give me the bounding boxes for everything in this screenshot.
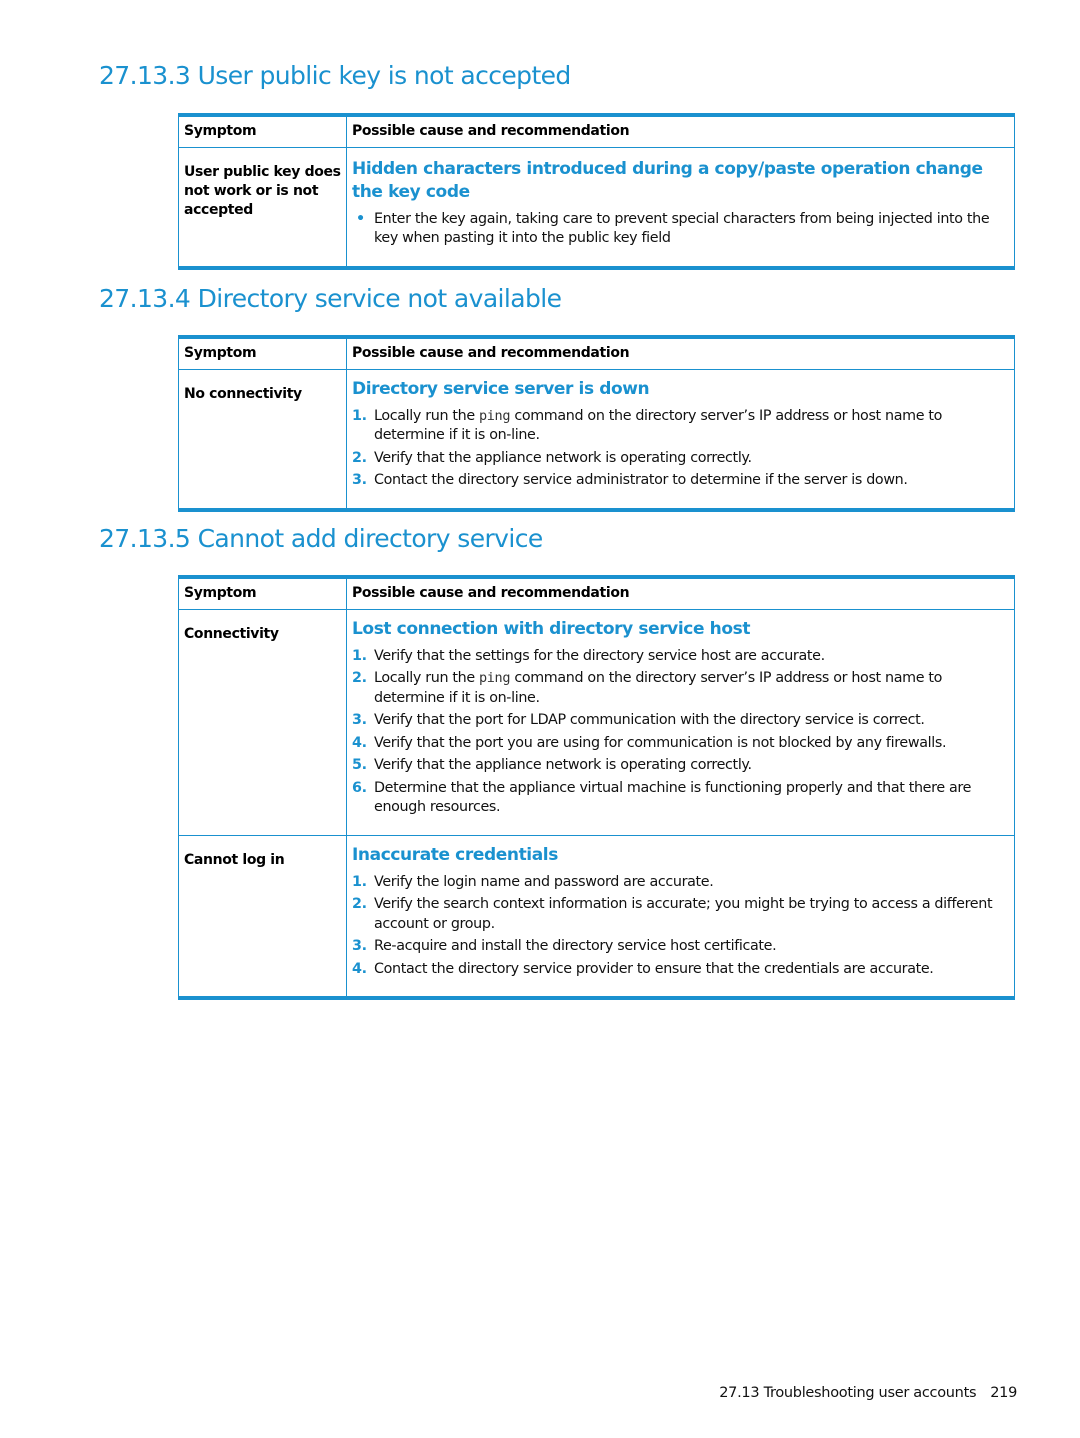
step-text: Contact the directory service administra… xyxy=(374,472,908,488)
troubleshooting-table-directory-down: Symptom Possible cause and recommendatio… xyxy=(178,335,1015,512)
column-header-cause: Possible cause and recommendation xyxy=(346,335,1015,370)
list-item: 2. Locally run the ping command on the di… xyxy=(352,669,1009,708)
list-item: 3. Re-acquire and install the directory s… xyxy=(352,937,1009,957)
step-number: 1. xyxy=(352,407,367,424)
troubleshooting-table-public-key: Symptom Possible cause and recommendatio… xyxy=(178,113,1015,270)
list-item: 3. Verify that the port for LDAP communic… xyxy=(352,711,1009,731)
cause-cell: Hidden characters introduced during a co… xyxy=(346,147,1015,270)
cause-cell: Inaccurate credentials 1. Verify the logi… xyxy=(346,835,1015,1000)
symptom-cell: Cannot log in xyxy=(178,835,347,1000)
list-item: 1. Verify that the settings for the direc… xyxy=(352,647,1009,667)
table-header-row: Symptom Possible cause and recommendatio… xyxy=(178,575,1015,610)
footer-section-title: 27.13 Troubleshooting user accounts xyxy=(719,1385,977,1401)
table-header-row: Symptom Possible cause and recommendatio… xyxy=(178,335,1015,370)
step-number: 4. xyxy=(352,960,367,977)
list-item: 6. Determine that the appliance virtual m… xyxy=(352,779,1009,818)
cause-title: Inaccurate credentials xyxy=(352,844,558,865)
table-row: Cannot log in Inaccurate credentials 1. V… xyxy=(178,835,1015,1000)
list-item: • Enter the key again, taking care to pre… xyxy=(352,210,1009,249)
list-item: 2. Verify the search context information … xyxy=(352,895,1009,934)
step-number: 5. xyxy=(352,757,367,773)
column-header-cause: Possible cause and recommendation xyxy=(346,575,1015,610)
symptom-cell: No connectivity xyxy=(178,369,347,512)
step-number: 6. xyxy=(352,779,367,796)
step-number: 1. xyxy=(352,873,367,890)
cause-cell: Directory service server is down 1. Local… xyxy=(346,369,1015,512)
troubleshooting-table-add-directory: Symptom Possible cause and recommendatio… xyxy=(178,575,1015,1000)
step-text: Verify the login name and password are a… xyxy=(374,873,714,890)
column-header-symptom: Symptom xyxy=(178,575,347,610)
step-text: Verify that the settings for the directo… xyxy=(374,647,825,664)
step-text: Enter the key again, taking care to prev… xyxy=(374,210,990,247)
command-code: ping xyxy=(479,670,511,686)
column-header-symptom: Symptom xyxy=(178,335,347,370)
list-item: 5. Verify that the appliance network is o… xyxy=(352,756,1009,776)
bullet-icon: • xyxy=(356,210,365,227)
list-item: 1. Verify the login name and password are… xyxy=(352,873,1009,893)
symptom-cell: User public key does not work or is not … xyxy=(178,147,347,270)
step-number: 3. xyxy=(352,712,367,728)
section-heading-cannot-add-directory: 27.13.5 Cannot add directory service xyxy=(99,524,543,553)
symptom-cell: Connectivity xyxy=(178,609,347,836)
cause-title: Hidden characters introduced during a co… xyxy=(352,158,983,202)
step-text: Verify the search context information is… xyxy=(374,896,993,932)
recommendation-list: • Enter the key again, taking care to pre… xyxy=(352,210,1009,249)
step-text: Locally run the xyxy=(374,670,479,686)
table-row: User public key does not work or is not … xyxy=(178,147,1015,270)
table-row: Connectivity Lost connection with direct… xyxy=(178,609,1015,836)
list-item: 3. Contact the directory service administ… xyxy=(352,471,1009,491)
step-text: Verify that the appliance network is ope… xyxy=(374,449,752,466)
page-number: 219 xyxy=(990,1385,1017,1401)
section-heading-directory-not-available: 27.13.4 Directory service not available xyxy=(99,284,562,313)
cause-cell: Lost connection with directory service h… xyxy=(346,609,1015,836)
step-text: Contact the directory service provider t… xyxy=(374,960,934,977)
recommendation-list: 1. Verify the login name and password are… xyxy=(352,873,1009,980)
section-heading-user-public-key: 27.13.3 User public key is not accepted xyxy=(99,61,571,90)
step-text: Verify that the port for LDAP communicat… xyxy=(374,712,925,728)
step-text: Locally run the xyxy=(374,407,479,424)
step-text: Verify that the port you are using for c… xyxy=(374,734,947,751)
list-item: 1. Locally run the ping command on the di… xyxy=(352,407,1009,446)
step-number: 2. xyxy=(352,896,367,912)
column-header-cause: Possible cause and recommendation xyxy=(346,113,1015,148)
step-number: 3. xyxy=(352,938,367,954)
step-number: 2. xyxy=(352,670,367,686)
list-item: 4. Verify that the port you are using for… xyxy=(352,734,1009,754)
table-header-row: Symptom Possible cause and recommendatio… xyxy=(178,113,1015,148)
step-number: 3. xyxy=(352,472,367,488)
cause-title: Directory service server is down xyxy=(352,378,650,399)
step-text: Re-acquire and install the directory ser… xyxy=(374,938,777,954)
list-item: 2. Verify that the appliance network is o… xyxy=(352,449,1009,469)
step-text: Determine that the appliance virtual mac… xyxy=(374,779,972,816)
page-footer: 27.13 Troubleshooting user accounts 219 xyxy=(719,1385,1017,1401)
cause-title: Lost connection with directory service h… xyxy=(352,618,751,639)
recommendation-list: 1. Verify that the settings for the direc… xyxy=(352,647,1009,818)
table-row: No connectivity Directory service server… xyxy=(178,369,1015,512)
step-text: Verify that the appliance network is ope… xyxy=(374,757,752,773)
step-number: 4. xyxy=(352,734,367,751)
list-item: 4. Contact the directory service provider… xyxy=(352,960,1009,980)
column-header-symptom: Symptom xyxy=(178,113,347,148)
command-code: ping xyxy=(479,407,511,424)
step-number: 1. xyxy=(352,647,367,664)
recommendation-list: 1. Locally run the ping command on the di… xyxy=(352,407,1009,491)
step-number: 2. xyxy=(352,449,367,466)
